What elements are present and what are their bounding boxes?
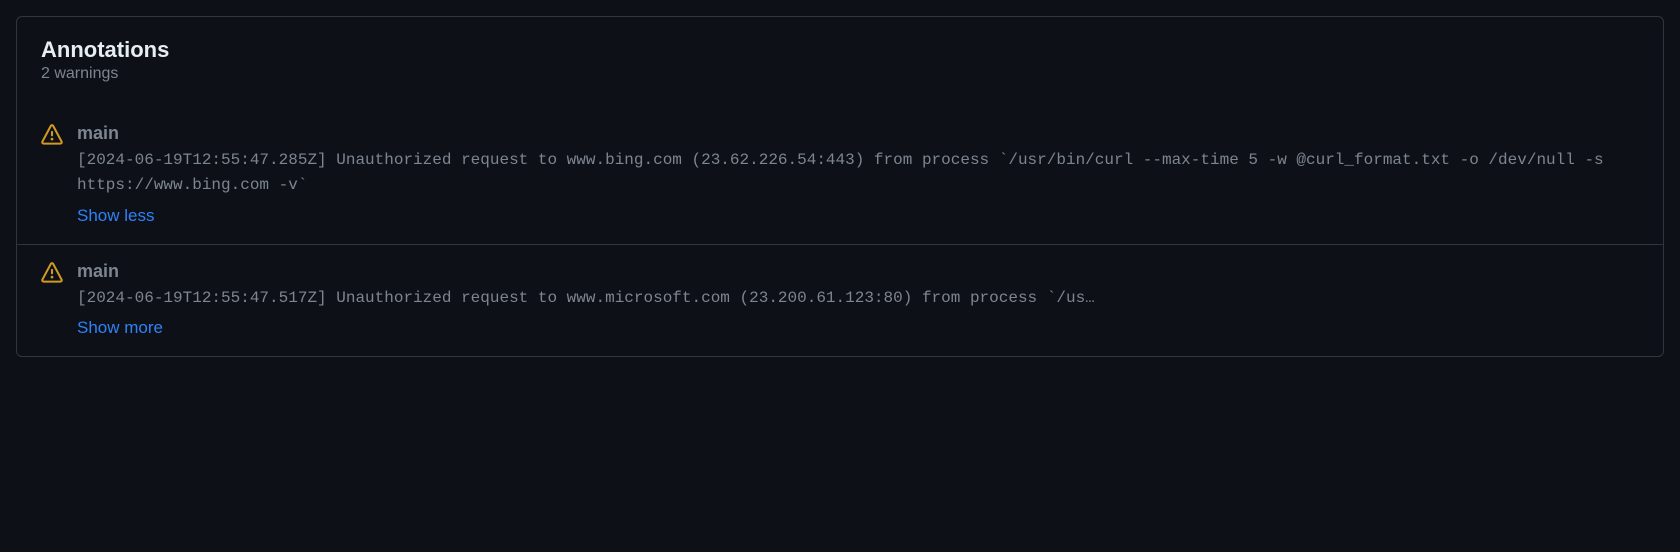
annotation-item: main [2024-06-19T12:55:47.517Z] Unauthor… bbox=[17, 244, 1663, 357]
annotation-list: main [2024-06-19T12:55:47.285Z] Unauthor… bbox=[17, 91, 1663, 356]
annotation-item: main [2024-06-19T12:55:47.285Z] Unauthor… bbox=[17, 107, 1663, 244]
annotation-message: [2024-06-19T12:55:47.285Z] Unauthorized … bbox=[77, 148, 1639, 198]
annotation-job-label: main bbox=[77, 261, 1639, 282]
annotation-job-label: main bbox=[77, 123, 1639, 144]
annotation-content: main [2024-06-19T12:55:47.285Z] Unauthor… bbox=[77, 123, 1639, 226]
annotations-panel: Annotations 2 warnings main [2024-06-19T… bbox=[16, 16, 1664, 357]
panel-header: Annotations 2 warnings bbox=[17, 17, 1663, 91]
annotation-message: [2024-06-19T12:55:47.517Z] Unauthorized … bbox=[77, 286, 1639, 311]
annotation-content: main [2024-06-19T12:55:47.517Z] Unauthor… bbox=[77, 261, 1639, 339]
show-more-button[interactable]: Show more bbox=[77, 318, 163, 338]
show-less-button[interactable]: Show less bbox=[77, 206, 154, 226]
warning-icon bbox=[41, 262, 63, 284]
warning-icon bbox=[41, 124, 63, 146]
panel-subtitle: 2 warnings bbox=[41, 65, 1639, 83]
panel-title: Annotations bbox=[41, 37, 1639, 63]
